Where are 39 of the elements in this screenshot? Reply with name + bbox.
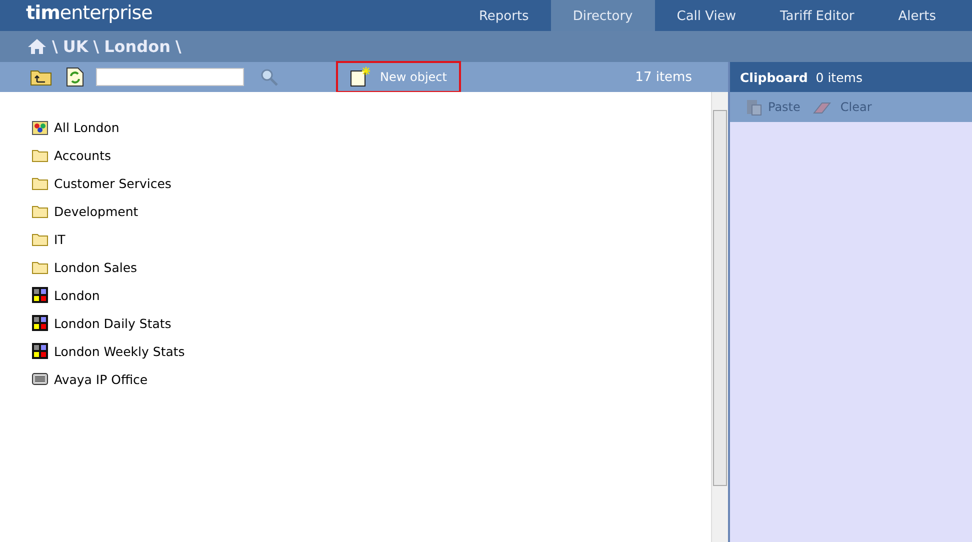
grid-icon (32, 315, 48, 331)
folder-icon (32, 176, 48, 190)
folder-icon (32, 204, 48, 218)
path-separator: \ (52, 37, 58, 56)
folder-up-icon[interactable] (30, 68, 52, 86)
clipboard-icon (746, 98, 762, 116)
nav-tab[interactable]: Reports (456, 0, 551, 31)
grid-icon (32, 343, 48, 359)
path-separator: \ (176, 37, 182, 56)
home-icon[interactable] (27, 38, 47, 55)
folder-icon (32, 148, 48, 162)
nav-tab[interactable]: Alerts (876, 0, 958, 31)
group-icon (32, 120, 48, 134)
directory-item[interactable]: Customer Services (54, 176, 172, 190)
device-icon (32, 373, 48, 385)
grid-icon (32, 287, 48, 303)
directory-item[interactable]: Avaya IP Office (54, 372, 148, 386)
nav-tab[interactable]: Call View (654, 0, 758, 31)
directory-item[interactable]: Development (54, 204, 138, 218)
folder-icon (32, 260, 48, 274)
search-icon[interactable] (260, 68, 278, 86)
scrollbar[interactable] (711, 92, 728, 542)
directory-item[interactable]: Accounts (54, 148, 111, 162)
clipboard-count: 0 items (816, 70, 862, 84)
new-document-icon (350, 67, 372, 87)
search-field[interactable] (96, 68, 244, 86)
directory-item[interactable]: London (54, 288, 100, 302)
directory-item[interactable]: IT (54, 232, 66, 246)
item-count: 17 items (635, 70, 692, 84)
directory-item[interactable]: All London (54, 120, 120, 134)
folder-icon (32, 232, 48, 246)
nav-tab[interactable]: Tariff Editor (758, 0, 876, 31)
logo: timenterprise (25, 1, 152, 26)
refresh-icon[interactable] (66, 67, 84, 87)
clipboard-title: Clipboard (740, 70, 808, 84)
path-separator: \ (93, 37, 100, 56)
directory-item[interactable]: London Weekly Stats (54, 344, 185, 358)
directory-item[interactable]: London Daily Stats (54, 316, 172, 330)
directory-item[interactable]: London Sales (54, 260, 138, 274)
